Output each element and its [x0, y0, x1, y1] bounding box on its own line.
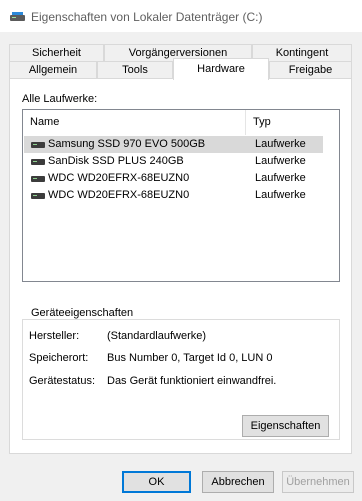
column-header-name[interactable]: Name — [23, 110, 246, 135]
location-value: Bus Number 0, Target Id 0, LUN 0 — [107, 352, 273, 364]
drive-type: Laufwerke — [255, 155, 306, 167]
manufacturer-label: Hersteller: — [29, 330, 80, 342]
location-label: Speicherort: — [29, 352, 89, 364]
drive-row[interactable]: WDC WD20EFRX-68EUZN0 Laufwerke — [24, 187, 323, 204]
drive-name: SanDisk SSD PLUS 240GB — [48, 155, 184, 167]
drive-type: Laufwerke — [255, 138, 306, 150]
device-properties-title: Geräteeigenschaften — [28, 307, 137, 319]
drive-name: WDC WD20EFRX-68EUZN0 — [48, 189, 190, 201]
apply-button[interactable]: Übernehmen — [282, 471, 354, 493]
hard-drive-icon — [31, 142, 45, 148]
column-header-type[interactable]: Typ — [246, 110, 318, 135]
drive-name: WDC WD20EFRX-68EUZN0 — [48, 172, 190, 184]
tab-tools[interactable]: Tools — [97, 61, 173, 78]
properties-button[interactable]: Eigenschaften — [242, 415, 329, 437]
status-label: Gerätestatus: — [29, 375, 96, 387]
tab-freigabe[interactable]: Freigabe — [269, 61, 352, 78]
all-drives-label: Alle Laufwerke: — [22, 93, 98, 105]
drive-name: Samsung SSD 970 EVO 500GB — [48, 138, 206, 150]
hard-drive-icon — [31, 193, 45, 199]
ok-button[interactable]: OK — [122, 471, 191, 493]
drive-row[interactable]: SanDisk SSD PLUS 240GB Laufwerke — [24, 153, 323, 170]
drive-list[interactable]: Name Typ Samsung SSD 970 EVO 500GB Laufw… — [22, 109, 340, 282]
manufacturer-value: (Standardlaufwerke) — [107, 330, 207, 342]
cancel-button[interactable]: Abbrechen — [202, 471, 274, 493]
drive-icon — [10, 12, 25, 21]
tab-allgemein[interactable]: Allgemein — [9, 61, 97, 78]
hard-drive-icon — [31, 176, 45, 182]
status-value: Das Gerät funktioniert einwandfrei. — [107, 375, 277, 387]
window-title: Eigenschaften von Lokaler Datenträger (C… — [31, 10, 263, 24]
hard-drive-icon — [31, 159, 45, 165]
drive-row[interactable]: Samsung SSD 970 EVO 500GB Laufwerke — [24, 136, 323, 153]
title-bar: Eigenschaften von Lokaler Datenträger (C… — [0, 0, 362, 32]
tab-hardware[interactable]: Hardware — [173, 58, 269, 80]
tab-sicherheit[interactable]: Sicherheit — [9, 44, 104, 61]
drive-type: Laufwerke — [255, 172, 306, 184]
drive-type: Laufwerke — [255, 189, 306, 201]
drive-row[interactable]: WDC WD20EFRX-68EUZN0 Laufwerke — [24, 170, 323, 187]
